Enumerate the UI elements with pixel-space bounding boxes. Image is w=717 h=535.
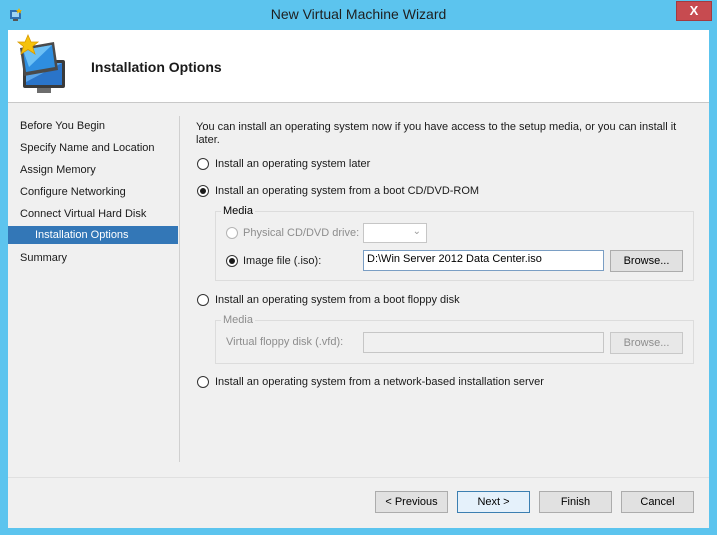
floppy-browse-button[interactable]: Browse... <box>610 332 683 354</box>
install-later-label[interactable]: Install an operating system later <box>215 158 370 170</box>
physical-drive-label: Physical CD/DVD drive: <box>243 227 360 239</box>
wizard-header: Installation Options <box>8 30 709 103</box>
nav-divider <box>179 116 180 462</box>
window-frame-right <box>709 30 717 535</box>
footer-divider <box>8 477 709 478</box>
cancel-button[interactable]: Cancel <box>621 491 694 513</box>
window-frame-left <box>0 30 8 535</box>
install-from-cd-radio[interactable] <box>197 185 209 197</box>
nav-item-specify-name-and-location[interactable]: Specify Name and Location <box>8 139 178 157</box>
previous-button[interactable]: < Previous <box>375 491 448 513</box>
nav-item-installation-options[interactable]: Installation Options <box>8 226 178 244</box>
nav-item-before-you-begin[interactable]: Before You Begin <box>8 117 178 135</box>
image-file-label: Image file (.iso): <box>243 255 322 267</box>
page-title: Installation Options <box>91 59 222 75</box>
nav-item-connect-virtual-hard-disk[interactable]: Connect Virtual Hard Disk <box>8 205 178 223</box>
virtual-floppy-label: Virtual floppy disk (.vfd): <box>226 336 344 348</box>
physical-drive-select[interactable]: ⌄ <box>363 223 427 243</box>
window-frame-bottom <box>0 528 717 535</box>
cd-media-group-label: Media <box>221 205 255 217</box>
virtual-floppy-input[interactable] <box>363 332 604 353</box>
install-from-floppy-radio[interactable] <box>197 294 209 306</box>
install-from-network-radio[interactable] <box>197 376 209 388</box>
close-button[interactable]: X <box>676 1 712 21</box>
nav-item-summary[interactable]: Summary <box>8 249 178 267</box>
cd-browse-button[interactable]: Browse... <box>610 250 683 272</box>
window-title: New Virtual Machine Wizard <box>270 6 447 22</box>
intro-text: You can install an operating system now … <box>196 121 677 146</box>
physical-drive-radio[interactable] <box>226 227 238 239</box>
install-from-network-label[interactable]: Install an operating system from a netwo… <box>215 376 544 388</box>
install-from-floppy-label[interactable]: Install an operating system from a boot … <box>215 294 460 306</box>
install-from-cd-label[interactable]: Install an operating system from a boot … <box>215 185 479 197</box>
nav-item-configure-networking[interactable]: Configure Networking <box>8 183 178 201</box>
install-later-radio[interactable] <box>197 158 209 170</box>
new-vm-wizard-icon <box>16 34 65 93</box>
finish-button[interactable]: Finish <box>539 491 612 513</box>
nav-item-assign-memory[interactable]: Assign Memory <box>8 161 178 179</box>
wizard-step-list: Before You Begin Specify Name and Locati… <box>8 104 180 464</box>
image-file-radio[interactable] <box>226 255 238 267</box>
chevron-down-icon: ⌄ <box>412 226 421 237</box>
title-bar: New Virtual Machine Wizard X <box>0 0 717 30</box>
image-file-input[interactable]: D:\Win Server 2012 Data Center.iso <box>363 250 604 271</box>
floppy-media-group-label: Media <box>221 314 255 326</box>
next-button[interactable]: Next > <box>457 491 530 513</box>
